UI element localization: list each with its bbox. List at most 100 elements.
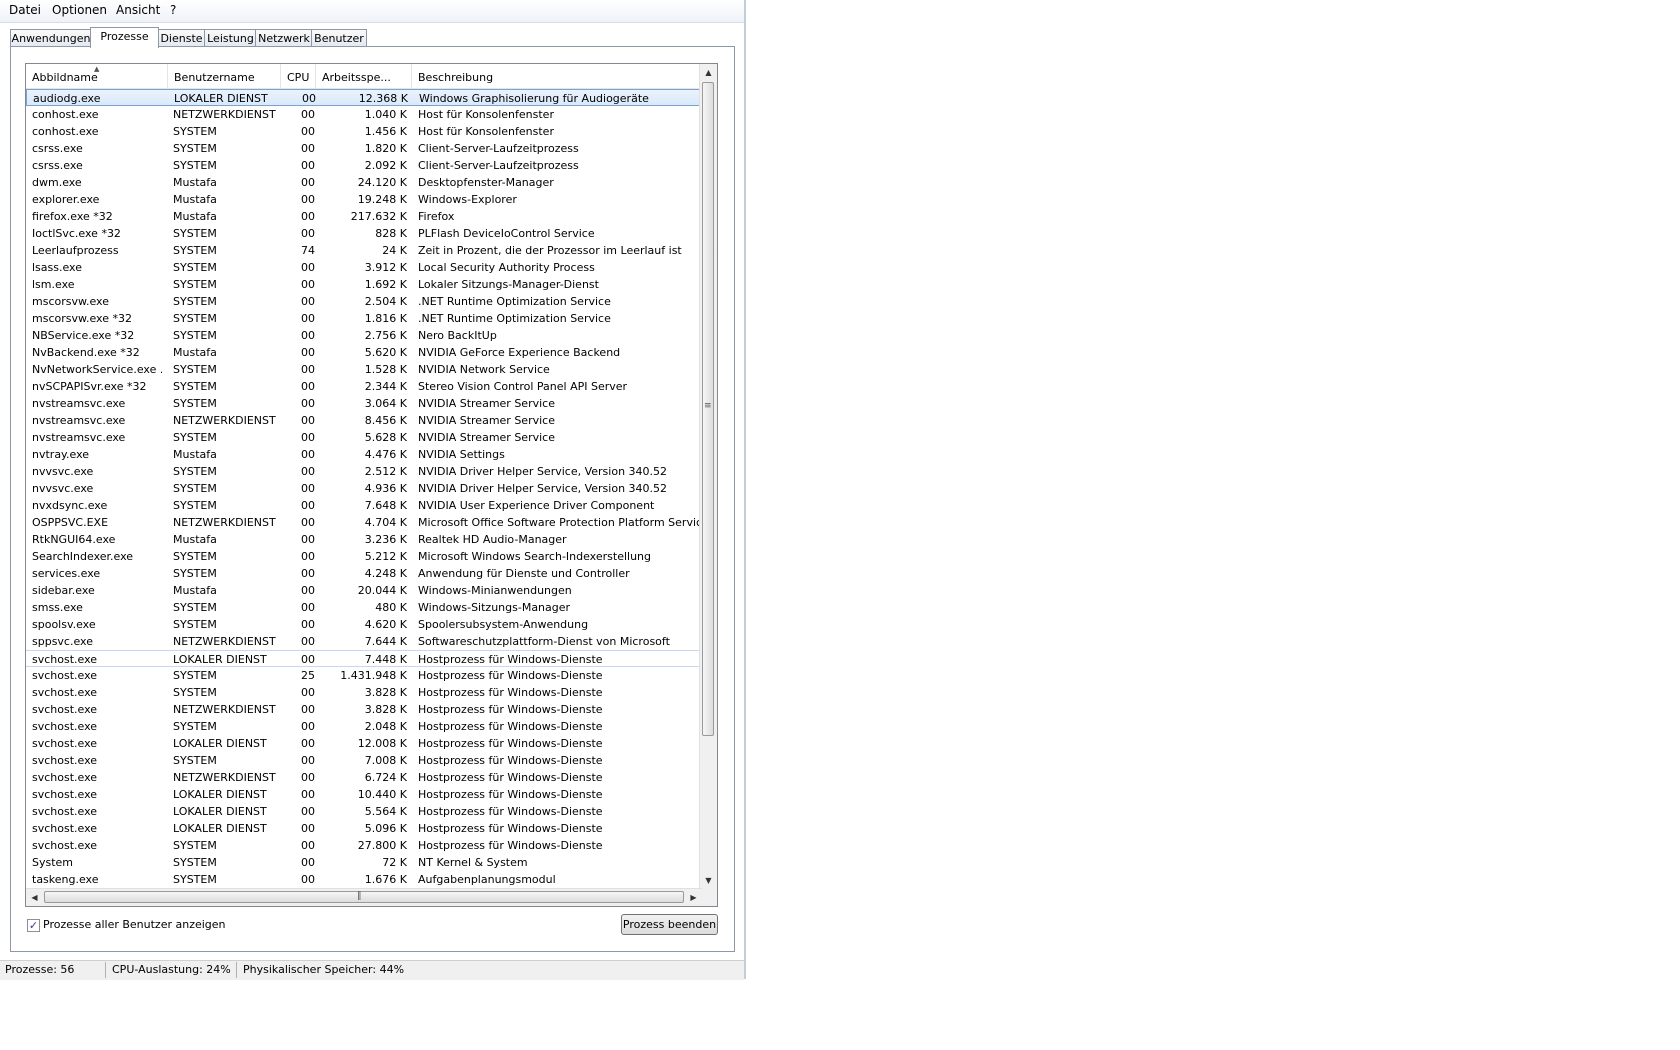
process-user: Mustafa: [173, 210, 217, 223]
process-row[interactable]: svchost.exe LOKALER DIENST 00 10.440 K Hostp…: [26, 786, 702, 803]
scroll-up-icon[interactable]: ▲: [700, 64, 717, 81]
process-row[interactable]: nvvsvc.exe SYSTEM 00 4.936 K NVIDIA Driver H…: [26, 480, 702, 497]
horizontal-scroll-thumb[interactable]: ‖: [44, 891, 684, 903]
process-row[interactable]: RtkNGUI64.exe Mustafa 00 3.236 K Realtek HD …: [26, 531, 702, 548]
process-row[interactable]: svchost.exe SYSTEM 00 27.800 K Hostprozess f…: [26, 837, 702, 854]
process-row[interactable]: NvNetworkService.exe ... SYSTEM 00 1.528 K N…: [26, 361, 702, 378]
process-row[interactable]: nvxdsync.exe SYSTEM 00 7.648 K NVIDIA User E…: [26, 497, 702, 514]
process-list[interactable]: ▲ Abbildname Benutzername CPU Arbeitsspe…: [25, 63, 718, 907]
process-memory: 5.564 K: [364, 805, 407, 818]
process-memory: 10.440 K: [357, 788, 407, 801]
tab-leistung[interactable]: Leistung: [204, 29, 257, 47]
process-user: SYSTEM: [173, 363, 217, 376]
process-memory: 19.248 K: [357, 193, 407, 206]
process-row[interactable]: sppsvc.exe NETZWERKDIENST 00 7.644 K Softwar…: [26, 633, 702, 650]
process-row[interactable]: svchost.exe LOKALER DIENST 00 12.008 K Hostp…: [26, 735, 702, 752]
process-row[interactable]: svchost.exe SYSTEM 25 1.431.948 K Hostprozes…: [26, 667, 702, 684]
process-row[interactable]: System SYSTEM 00 72 K NT Kernel & System: [26, 854, 702, 871]
vertical-scroll-thumb[interactable]: ≡: [702, 82, 714, 736]
tab-prozesse[interactable]: Prozesse: [90, 27, 159, 48]
process-cpu: 00: [302, 92, 316, 105]
process-name: nvxdsync.exe: [32, 499, 108, 512]
process-memory: 24.120 K: [357, 176, 407, 189]
process-memory: 1.431.948 K: [340, 669, 407, 682]
scroll-down-icon[interactable]: ▼: [700, 872, 717, 889]
process-user: SYSTEM: [173, 397, 217, 410]
process-row[interactable]: services.exe SYSTEM 00 4.248 K Anwendung für…: [26, 565, 702, 582]
process-description: .NET Runtime Optimization Service: [418, 295, 611, 308]
tab-benutzer[interactable]: Benutzer: [311, 29, 367, 47]
process-user: SYSTEM: [173, 329, 217, 342]
process-row[interactable]: dwm.exe Mustafa 00 24.120 K Desktopfenster-M…: [26, 174, 702, 191]
menu-optionen[interactable]: Optionen: [52, 3, 107, 17]
process-row[interactable]: nvstreamsvc.exe SYSTEM 00 3.064 K NVIDIA Str…: [26, 395, 702, 412]
process-row[interactable]: sidebar.exe Mustafa 00 20.044 K Windows-Mini…: [26, 582, 702, 599]
process-row[interactable]: svchost.exe LOKALER DIENST 00 7.448 K Hostpr…: [26, 650, 702, 667]
process-row[interactable]: Leerlaufprozess SYSTEM 74 24 K Zeit in Proze…: [26, 242, 702, 259]
process-row[interactable]: conhost.exe NETZWERKDIENST 00 1.040 K Host f…: [26, 106, 702, 123]
process-row[interactable]: svchost.exe NETZWERKDIENST 00 3.828 K Hostpr…: [26, 701, 702, 718]
process-row[interactable]: mscorsvw.exe *32 SYSTEM 00 1.816 K .NET Runt…: [26, 310, 702, 327]
process-row[interactable]: svchost.exe LOKALER DIENST 00 5.564 K Hostpr…: [26, 803, 702, 820]
column-abbildname[interactable]: ▲ Abbildname: [26, 64, 168, 88]
process-row[interactable]: svchost.exe SYSTEM 00 3.828 K Hostprozess fü…: [26, 684, 702, 701]
process-user: LOKALER DIENST: [173, 737, 267, 750]
process-memory: 3.064 K: [364, 397, 407, 410]
end-process-button[interactable]: Prozess beenden: [621, 914, 718, 935]
process-row[interactable]: IoctlSvc.exe *32 SYSTEM 00 828 K PLFlash Dev…: [26, 225, 702, 242]
process-name: SearchIndexer.exe: [32, 550, 134, 563]
process-description: Hostprozess für Windows-Dienste: [418, 686, 603, 699]
tab-dienste[interactable]: Dienste: [157, 29, 206, 47]
process-description: Hostprozess für Windows-Dienste: [418, 788, 603, 801]
process-row[interactable]: nvstreamsvc.exe NETZWERKDIENST 00 8.456 K NV…: [26, 412, 702, 429]
menu-datei[interactable]: Datei: [9, 3, 41, 17]
process-row[interactable]: conhost.exe SYSTEM 00 1.456 K Host für Konso…: [26, 123, 702, 140]
vertical-scrollbar[interactable]: ▲ ≡ ▼: [699, 64, 717, 889]
process-row[interactable]: svchost.exe SYSTEM 00 2.048 K Hostprozess fü…: [26, 718, 702, 735]
process-cpu: 00: [301, 363, 315, 376]
process-row[interactable]: svchost.exe SYSTEM 00 7.008 K Hostprozess fü…: [26, 752, 702, 769]
process-user: SYSTEM: [173, 567, 217, 580]
process-row[interactable]: nvSCPAPISvr.exe *32 SYSTEM 00 2.344 K Stereo…: [26, 378, 702, 395]
process-row[interactable]: svchost.exe NETZWERKDIENST 00 6.724 K Hostpr…: [26, 769, 702, 786]
show-all-users-checkbox[interactable]: ✓: [27, 919, 40, 932]
menu-help[interactable]: ?: [170, 3, 176, 17]
process-row[interactable]: lsass.exe SYSTEM 00 3.912 K Local Security A…: [26, 259, 702, 276]
process-row[interactable]: nvstreamsvc.exe SYSTEM 00 5.628 K NVIDIA Str…: [26, 429, 702, 446]
process-row[interactable]: NvBackend.exe *32 Mustafa 00 5.620 K NVIDIA …: [26, 344, 702, 361]
process-description: Anwendung für Dienste und Controller: [418, 567, 630, 580]
process-user: Mustafa: [173, 176, 217, 189]
process-row[interactable]: mscorsvw.exe SYSTEM 00 2.504 K .NET Runtime …: [26, 293, 702, 310]
process-row[interactable]: csrss.exe SYSTEM 00 2.092 K Client-Server-La…: [26, 157, 702, 174]
process-name: Leerlaufprozess: [32, 244, 119, 257]
column-cpu[interactable]: CPU: [281, 64, 316, 88]
menu-ansicht[interactable]: Ansicht: [116, 3, 160, 17]
process-row[interactable]: audiodg.exe LOKALER DIENST 00 12.368 K Windo…: [26, 89, 702, 106]
process-row[interactable]: smss.exe SYSTEM 00 480 K Windows-Sitzungs-Ma…: [26, 599, 702, 616]
scroll-left-icon[interactable]: ◀: [26, 889, 43, 906]
process-row[interactable]: nvvsvc.exe SYSTEM 00 2.512 K NVIDIA Driver H…: [26, 463, 702, 480]
process-row[interactable]: NBService.exe *32 SYSTEM 00 2.756 K Nero Bac…: [26, 327, 702, 344]
process-memory: 5.620 K: [364, 346, 407, 359]
process-description: Windows-Explorer: [418, 193, 517, 206]
column-beschreibung[interactable]: Beschreibung: [412, 64, 702, 88]
process-row[interactable]: spoolsv.exe SYSTEM 00 4.620 K Spoolersubsyst…: [26, 616, 702, 633]
tab-netzwerk[interactable]: Netzwerk: [255, 29, 313, 47]
process-row[interactable]: taskeng.exe SYSTEM 00 1.676 K Aufgabenplanun…: [26, 871, 702, 888]
column-arbeitsspeicher[interactable]: Arbeitsspe...: [316, 64, 412, 88]
process-row[interactable]: OSPPSVC.EXE NETZWERKDIENST 00 4.704 K Micros…: [26, 514, 702, 531]
process-cpu: 00: [301, 295, 315, 308]
process-description: Aufgabenplanungsmodul: [418, 873, 556, 886]
process-user: LOKALER DIENST: [173, 805, 267, 818]
process-row[interactable]: svchost.exe LOKALER DIENST 00 5.096 K Hostpr…: [26, 820, 702, 837]
process-row[interactable]: SearchIndexer.exe SYSTEM 00 5.212 K Microsof…: [26, 548, 702, 565]
process-row[interactable]: csrss.exe SYSTEM 00 1.820 K Client-Server-La…: [26, 140, 702, 157]
column-benutzername[interactable]: Benutzername: [168, 64, 281, 88]
horizontal-scrollbar[interactable]: ◀ ‖ ▶: [26, 888, 702, 906]
process-cpu: 00: [301, 856, 315, 869]
process-row[interactable]: firefox.exe *32 Mustafa 00 217.632 K Firefox: [26, 208, 702, 225]
process-row[interactable]: explorer.exe Mustafa 00 19.248 K Windows-Exp…: [26, 191, 702, 208]
tab-anwendungen[interactable]: Anwendungen: [10, 29, 92, 47]
process-row[interactable]: nvtray.exe Mustafa 00 4.476 K NVIDIA Setting…: [26, 446, 702, 463]
process-row[interactable]: lsm.exe SYSTEM 00 1.692 K Lokaler Sitzungs-M…: [26, 276, 702, 293]
